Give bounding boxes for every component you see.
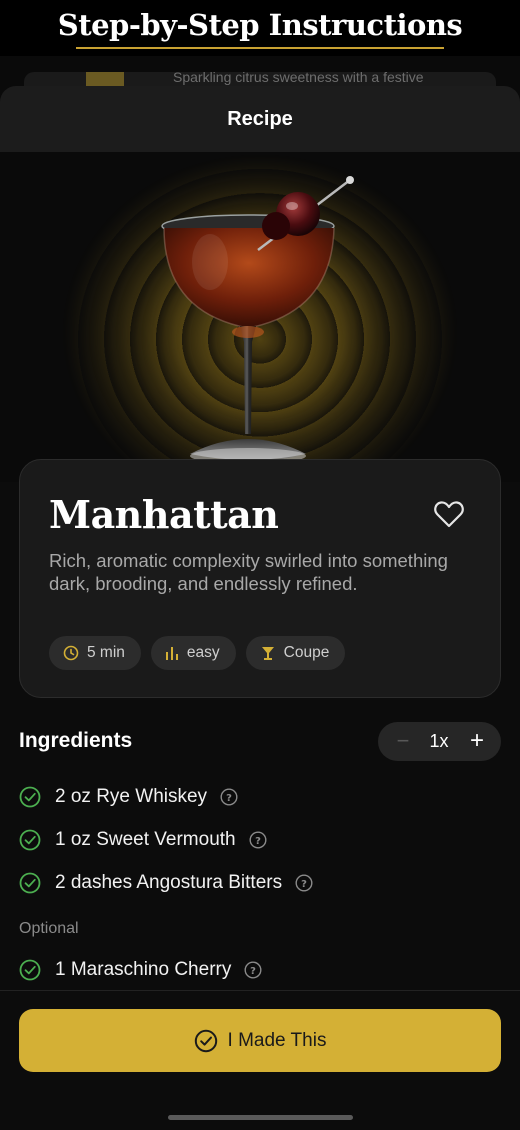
servings-value: 1x [429,731,449,751]
svg-text:?: ? [226,793,232,804]
drink-info-card: Manhattan Rich, aromatic complexity swir… [19,459,501,698]
ingredient-item-optional[interactable]: 1 Maraschino Cherry ? [19,957,262,983]
bar-chart-icon [165,647,178,660]
manhattan-cocktail-illustration [161,176,354,464]
background-card-subtitle: Sparkling citrus sweetness with a festiv… [173,72,424,85]
ingredient-item[interactable]: 1 oz Sweet Vermouth ? [19,827,267,853]
svg-text:?: ? [255,836,261,847]
ingredients-heading: Ingredients [19,729,133,752]
sheet-header: Recipe [0,86,520,152]
check-circle-icon [19,786,41,808]
check-circle-icon [19,872,41,894]
help-icon[interactable]: ? [220,788,238,806]
svg-text:?: ? [301,879,307,890]
ingredient-text: 1 oz Sweet Vermouth [55,829,236,850]
ingredient-text: 1 Maraschino Cherry [55,959,232,980]
decrease-servings-button[interactable]: − [392,728,414,754]
chip-difficulty: easy [150,636,236,670]
help-icon[interactable]: ? [295,874,313,892]
ingredient-item[interactable]: 2 oz Rye Whiskey ? [19,784,238,810]
coupe-glass-icon [261,647,274,660]
banner-underline [76,47,444,49]
favorite-button[interactable] [432,498,466,530]
heart-icon [434,501,464,528]
chip-time: 5 min [49,636,141,670]
background-card-thumbnail [86,72,124,86]
ingredient-text: 2 dashes Angostura Bitters [55,872,283,893]
home-indicator [168,1115,353,1120]
drink-meta-chips: 5 min easy Coupe [49,636,346,670]
optional-section-label: Optional [19,920,79,937]
chip-time-label: 5 min [87,644,125,661]
hero-image [0,152,520,482]
check-circle-icon [19,959,41,981]
ingredient-item[interactable]: 2 dashes Angostura Bitters ? [19,870,313,896]
top-banner: Step-by-Step Instructions [0,0,520,56]
help-icon[interactable]: ? [244,961,262,979]
check-circle-icon [194,1029,217,1052]
chip-glass: Coupe [245,636,346,670]
drink-name: Manhattan [49,492,279,537]
ingredient-text: 2 oz Rye Whiskey [55,786,208,807]
chip-glass-label: Coupe [283,644,330,661]
drink-description: Rich, aromatic complexity swirled into s… [49,550,448,594]
i-made-this-label: I Made This [227,1029,327,1051]
i-made-this-button[interactable]: I Made This [19,1009,501,1072]
svg-text:?: ? [250,966,256,977]
bottom-action-bar: I Made This [0,990,520,1130]
help-icon[interactable]: ? [249,831,267,849]
chip-difficulty-label: easy [186,644,220,661]
banner-title: Step-by-Step Instructions [57,8,463,42]
sheet-title: Recipe [227,108,293,130]
increase-servings-button[interactable]: + [466,728,488,754]
clock-icon [63,645,79,661]
check-circle-icon [19,829,41,851]
servings-stepper: − 1x + [378,722,501,761]
